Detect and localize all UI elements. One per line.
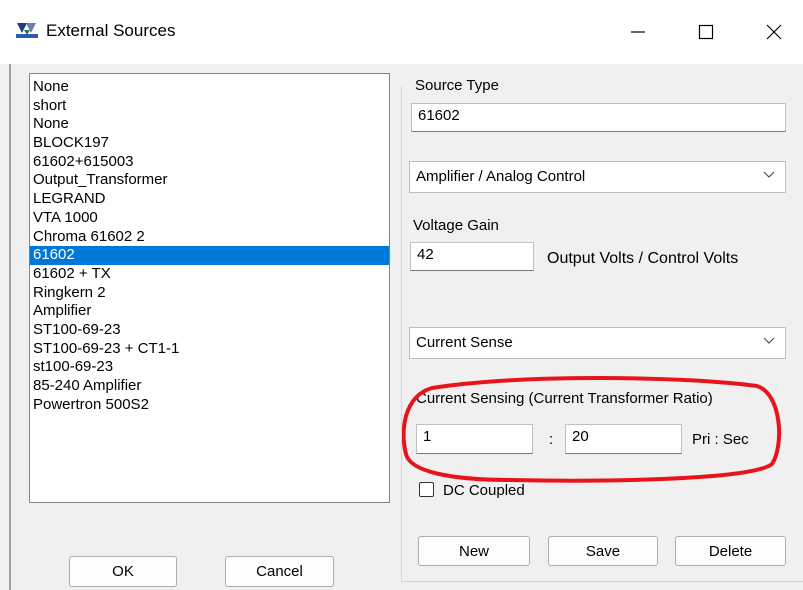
maximize-button[interactable] [684, 14, 728, 50]
source-list-item[interactable]: Output_Transformer [30, 171, 389, 190]
chevron-down-icon [763, 171, 775, 178]
source-list-item[interactable]: VTA 1000 [30, 209, 389, 228]
groupbox-border-bottom [401, 581, 803, 582]
source-type-select-value: Amplifier / Analog Control [416, 168, 586, 185]
maximize-icon [698, 24, 714, 40]
source-list-item[interactable]: Ringkern 2 [30, 284, 389, 303]
sources-listbox[interactable]: None short None BLOCK197 61602+615003 Output_… [29, 73, 390, 503]
source-list-item[interactable]: 85-240 Amplifier [30, 377, 389, 396]
source-list-item[interactable]: short [30, 97, 389, 116]
source-list-item[interactable]: Powertron 500S2 [30, 396, 389, 415]
sources-list: None short None BLOCK197 61602+615003 Output_… [30, 74, 389, 414]
voltage-gain-units: Output Volts / Control Volts [547, 250, 739, 267]
source-name-input[interactable]: 61602 [411, 103, 786, 132]
source-list-item[interactable]: ST100-69-23 [30, 321, 389, 340]
title-bar: External Sources [0, 0, 803, 64]
ok-button[interactable]: OK [69, 556, 177, 587]
source-list-item[interactable]: ST100-69-23 + CT1-1 [30, 340, 389, 359]
source-list-item[interactable]: 61602+615003 [30, 153, 389, 172]
new-button[interactable]: New [418, 536, 530, 566]
source-list-item[interactable]: BLOCK197 [30, 134, 389, 153]
chevron-down-icon [763, 337, 775, 344]
close-button[interactable] [752, 14, 796, 50]
save-button[interactable]: Save [548, 536, 658, 566]
source-list-item[interactable]: st100-69-23 [30, 358, 389, 377]
red-annotation-circle [402, 376, 782, 483]
current-sense-select-value: Current Sense [416, 334, 513, 351]
delete-button[interactable]: Delete [675, 536, 786, 566]
voltage-gain-input[interactable]: 42 [410, 242, 534, 271]
cancel-button[interactable]: Cancel [225, 556, 334, 587]
minimize-icon [631, 31, 645, 33]
source-list-item[interactable]: LEGRAND [30, 190, 389, 209]
minimize-button[interactable] [616, 14, 660, 50]
dc-coupled-checkbox[interactable] [419, 482, 434, 497]
current-sense-select[interactable]: Current Sense [409, 327, 786, 359]
source-list-item[interactable]: 61602 + TX [30, 265, 389, 284]
source-list-item[interactable]: 61602 [30, 246, 389, 265]
source-type-label: Source Type [415, 77, 499, 94]
window-border [9, 64, 11, 590]
window-title: External Sources [46, 21, 176, 40]
source-type-select[interactable]: Amplifier / Analog Control [409, 161, 786, 193]
groupbox-border [401, 86, 402, 582]
dc-coupled-label: DC Coupled [443, 482, 525, 499]
source-list-item[interactable]: None [30, 115, 389, 134]
close-icon [766, 24, 782, 40]
app-logo-icon [16, 23, 38, 38]
source-list-item[interactable]: None [30, 78, 389, 97]
source-list-item[interactable]: Chroma 61602 2 [30, 228, 389, 247]
source-list-item[interactable]: Amplifier [30, 302, 389, 321]
voltage-gain-label: Voltage Gain [413, 217, 499, 234]
